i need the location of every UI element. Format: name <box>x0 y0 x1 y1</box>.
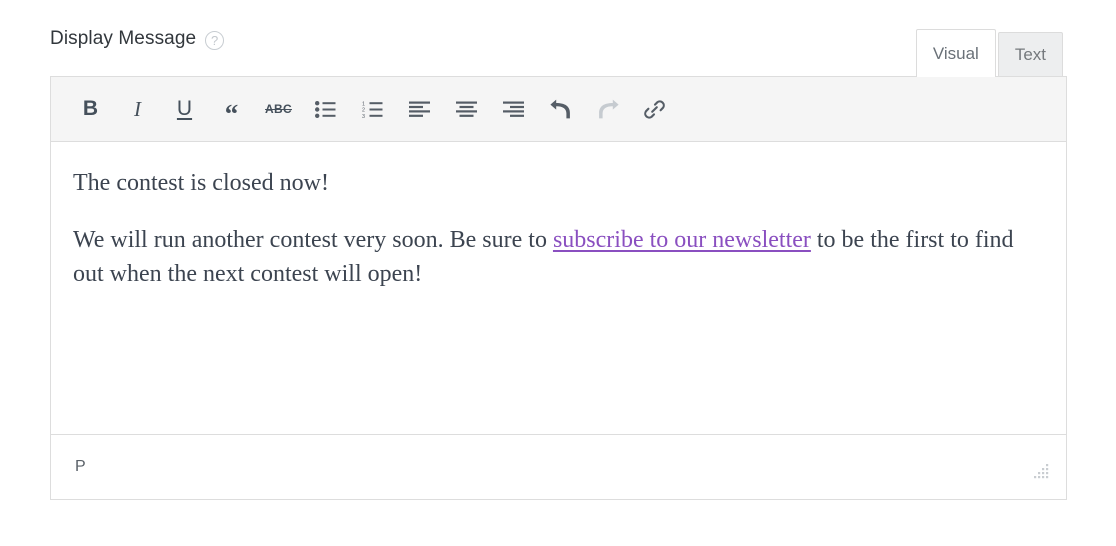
paragraph-2-text-before-link: We will run another contest very soon. B… <box>73 227 553 254</box>
newsletter-subscribe-link[interactable]: subscribe to our newsletter <box>553 227 811 253</box>
ordered-list-icon[interactable]: 1 2 3 <box>349 87 396 131</box>
blockquote-glyph: “ <box>224 98 239 129</box>
editor-status-bar: P <box>51 434 1066 499</box>
editor-mode-tabs: Visual Text <box>915 29 1063 77</box>
question-mark-circle-icon[interactable]: ? <box>205 30 225 50</box>
field-label-row: Display Message ? <box>50 24 225 54</box>
align-right-icon[interactable] <box>490 87 537 131</box>
tab-visual[interactable]: Visual <box>915 29 996 77</box>
undo-icon[interactable] <box>537 87 584 131</box>
bold-glyph: B <box>82 97 99 120</box>
redo-icon[interactable] <box>584 87 631 131</box>
align-center-icon[interactable] <box>443 87 490 131</box>
editor-content-area[interactable]: The contest is closed now! We will run a… <box>51 142 1066 434</box>
unordered-list-icon[interactable] <box>302 87 349 131</box>
underline-icon[interactable]: U <box>161 87 208 131</box>
content-paragraph-2: We will run another contest very soon. B… <box>73 223 1044 291</box>
italic-glyph: I <box>134 96 141 121</box>
strikethrough-icon[interactable]: ABC <box>255 87 302 131</box>
blockquote-icon[interactable]: “ <box>208 87 255 131</box>
element-path-indicator[interactable]: P <box>75 458 86 476</box>
italic-icon[interactable]: I <box>114 87 161 131</box>
bold-icon[interactable]: B <box>67 87 114 131</box>
rich-text-editor: B I U “ ABC 1 2 3 The contest is closed … <box>50 76 1067 500</box>
svg-text:1: 1 <box>362 101 365 107</box>
editor-page-card: Display Message ? Visual Text B I U “ AB… <box>0 0 1116 546</box>
editor-toolbar: B I U “ ABC 1 2 3 <box>51 77 1066 142</box>
align-left-icon[interactable] <box>396 87 443 131</box>
resize-grip-icon[interactable] <box>1032 462 1050 480</box>
content-paragraph-1: The contest is closed now! <box>73 170 329 196</box>
svg-text:2: 2 <box>362 107 365 113</box>
svg-text:3: 3 <box>362 114 365 118</box>
tab-text[interactable]: Text <box>997 32 1063 76</box>
underline-glyph: U <box>176 97 193 120</box>
page-title: Display Message <box>50 28 197 49</box>
link-icon[interactable] <box>631 87 678 131</box>
strikethrough-glyph: ABC <box>265 102 292 116</box>
